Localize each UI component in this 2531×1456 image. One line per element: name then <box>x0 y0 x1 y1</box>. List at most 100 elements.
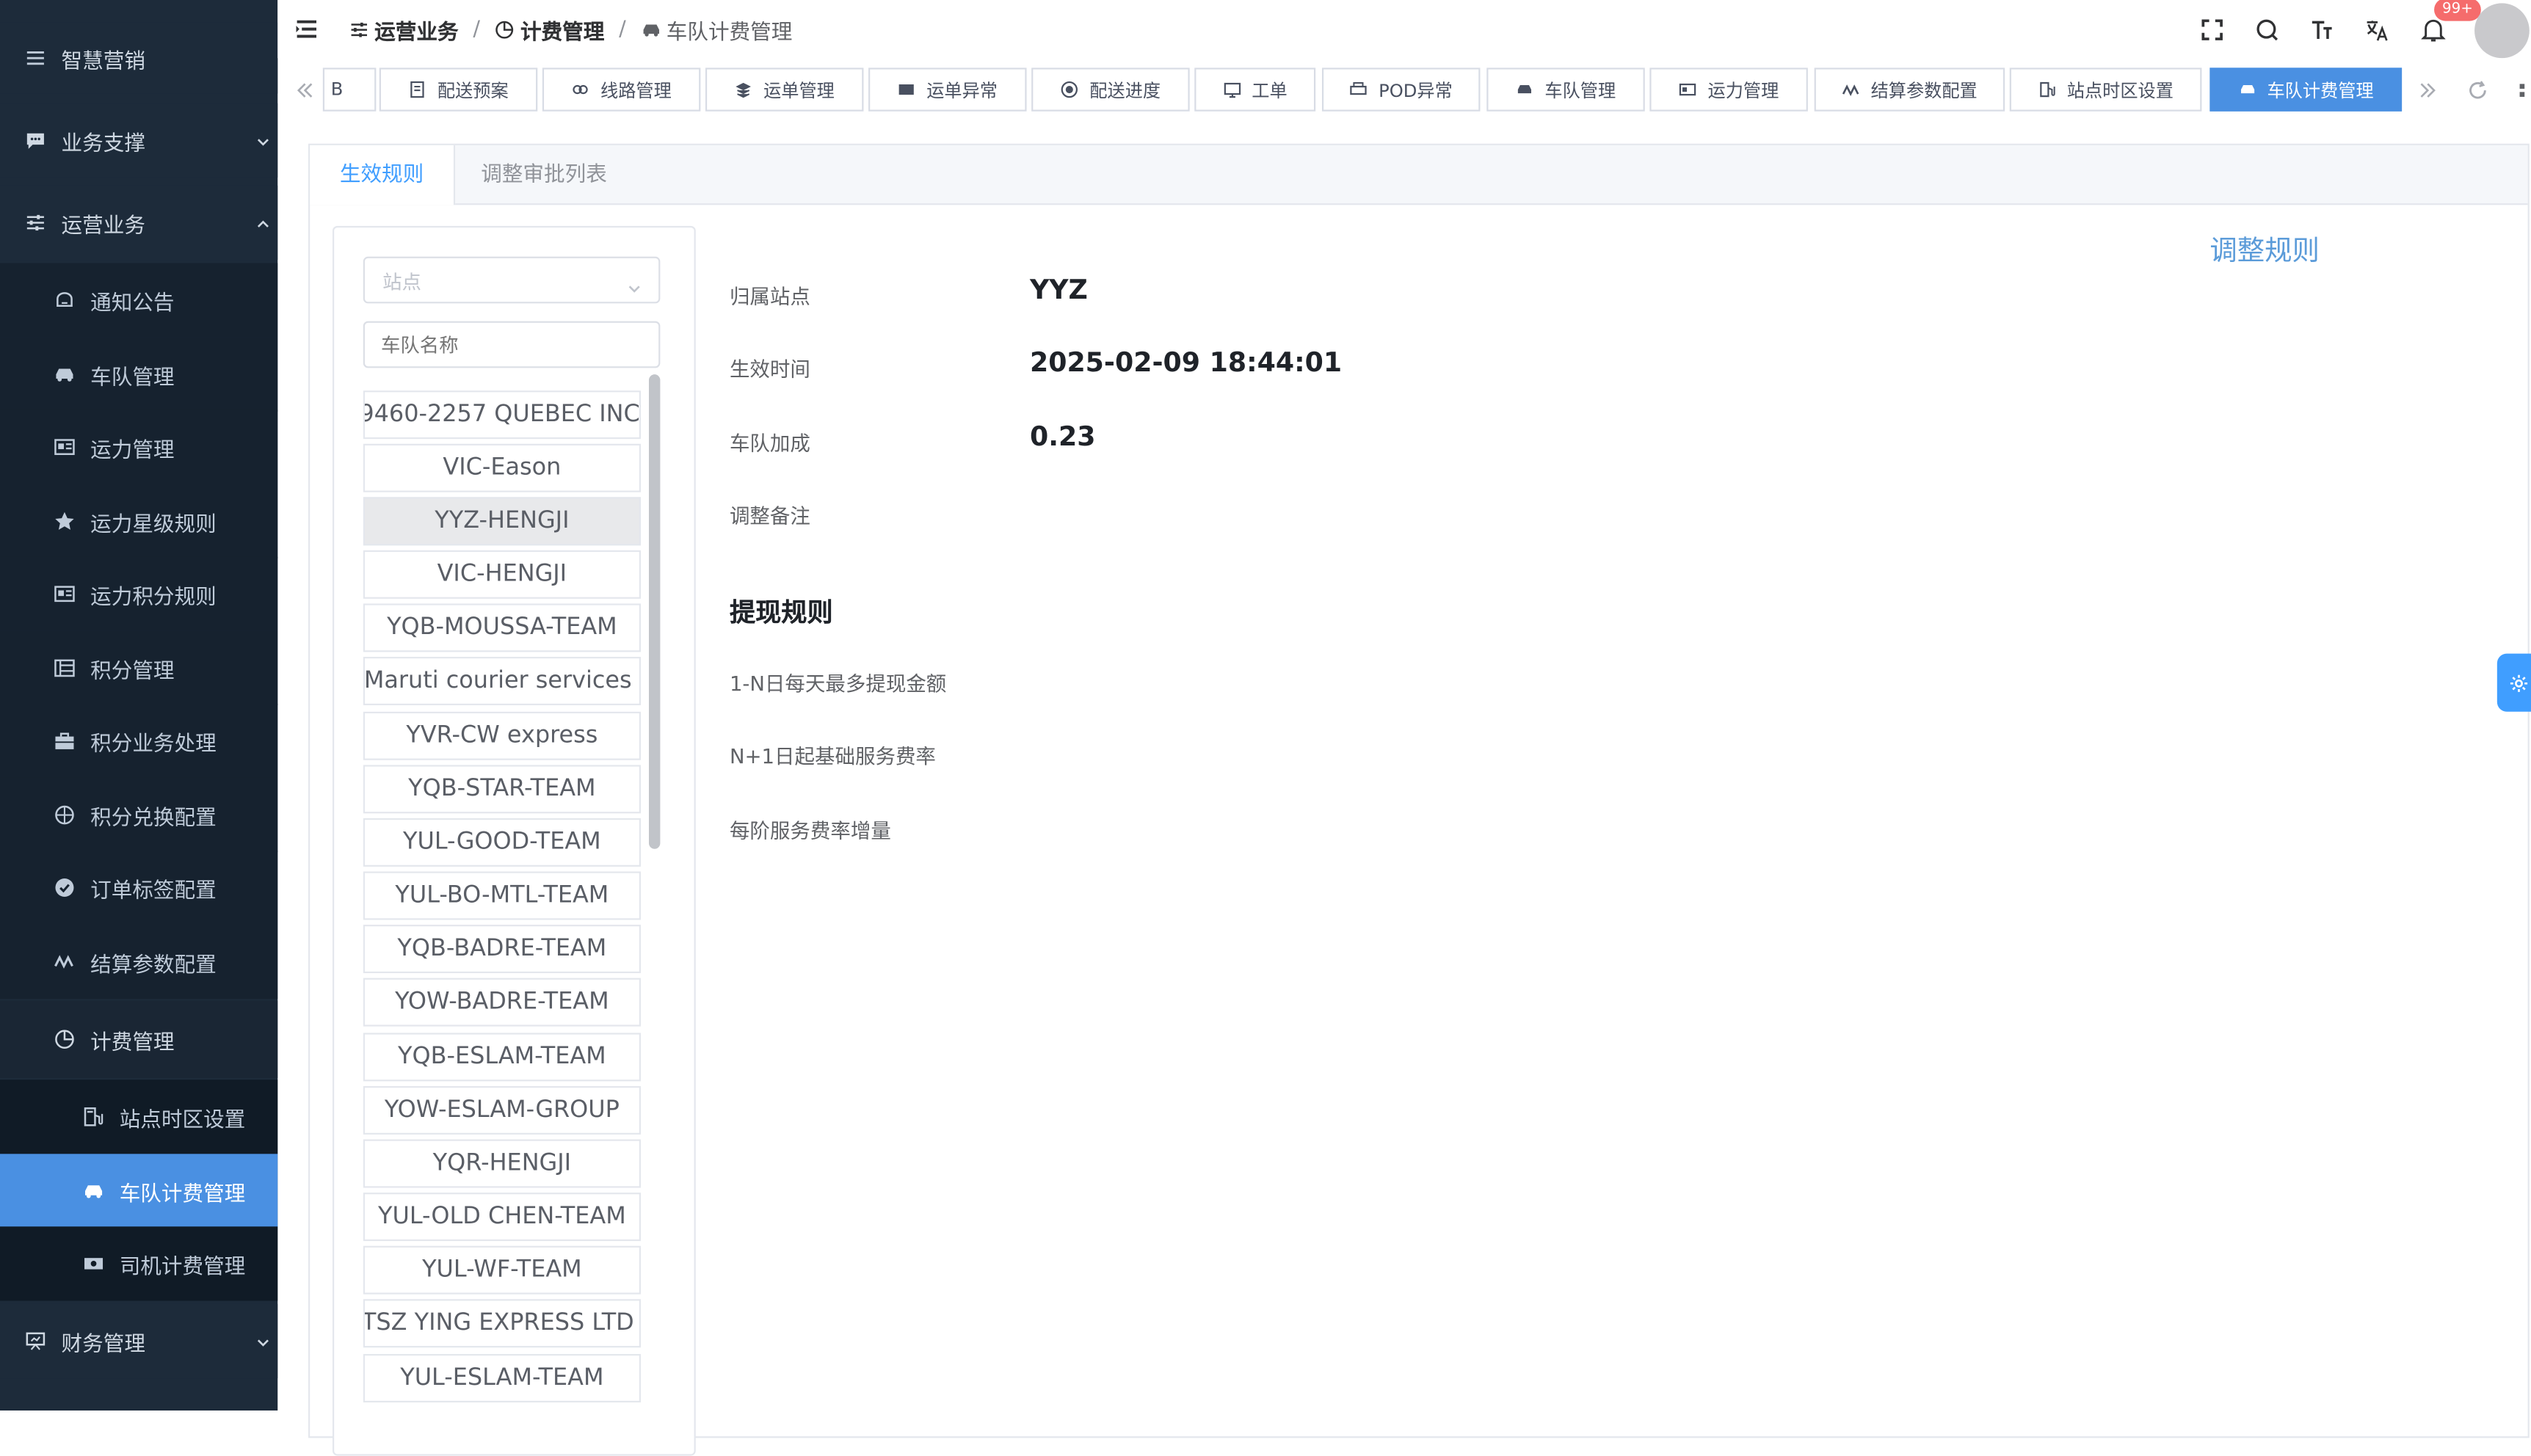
fleet-list-item[interactable]: YVR-CW express <box>363 711 641 760</box>
notification-badge: 99+ <box>2434 0 2481 21</box>
more-icon[interactable] <box>2518 78 2531 101</box>
fleet-list-item[interactable]: YUL-WF-TEAM <box>363 1245 641 1295</box>
sliders-icon <box>351 22 367 37</box>
doc-icon <box>410 81 424 98</box>
fleet-list-item[interactable]: YQB-BADRE-TEAM <box>363 925 641 974</box>
money-icon <box>81 1251 106 1276</box>
tag-settlement-param[interactable]: 结算参数配置 <box>1814 68 2005 112</box>
tag-work-order[interactable]: 工单 <box>1194 68 1316 112</box>
sidebar-item-label: 财务管理 <box>61 1332 145 1357</box>
tag-label: 工单 <box>1252 79 1288 101</box>
sidebar-item-finance-mgmt[interactable]: 财务管理 <box>0 1303 278 1379</box>
sidebar-item-fleet-mgmt[interactable]: 车队管理 <box>0 337 278 412</box>
breadcrumb-separator: / <box>473 18 480 43</box>
fleet-list-scrollbar[interactable] <box>648 374 661 849</box>
tag-waybill-exception[interactable]: 运单异常 <box>868 68 1027 112</box>
sidebar-item-driver-billing[interactable]: 司机计费管理 <box>0 1226 278 1301</box>
sidebar-item-operations[interactable]: 运营业务 <box>0 185 278 261</box>
breadcrumb-item-operations[interactable]: 运营业务 <box>349 15 459 46</box>
tag-delivery-progress[interactable]: 配送进度 <box>1031 68 1190 112</box>
fleet-list-item[interactable]: YOW-BADRE-TEAM <box>363 978 641 1027</box>
tag-capacity-mgmt[interactable]: 运力管理 <box>1649 68 1808 112</box>
avatar[interactable] <box>2474 3 2530 59</box>
sidebar-item-label: 运力管理 <box>90 438 175 463</box>
tag-route-mgmt[interactable]: 线路管理 <box>542 68 701 112</box>
sidebar-item-label: 智慧营销 <box>61 49 145 74</box>
refresh-icon[interactable] <box>2466 78 2489 101</box>
translate-icon[interactable] <box>2361 15 2391 44</box>
id-card-icon <box>51 581 77 607</box>
sidebar-item-billing-mgmt[interactable]: 计费管理 <box>0 1000 278 1078</box>
adjust-rules-link[interactable]: 调整规则 <box>2209 228 2320 268</box>
monitor-icon <box>1223 82 1241 98</box>
tab-effective-rules[interactable]: 生效规则 <box>310 145 456 205</box>
fleet-list-item[interactable]: YUL-GOOD-TEAM <box>363 818 641 867</box>
chevron-down-icon <box>626 273 642 293</box>
sidebar-item-label: 运力星级规则 <box>90 512 217 537</box>
tab-approval-list[interactable]: 调整审批列表 <box>454 145 634 205</box>
tag-waybill-mgmt[interactable]: 运单管理 <box>705 68 864 112</box>
tag-label: 线路管理 <box>600 79 672 101</box>
sidebar-item-notice[interactable]: 通知公告 <box>0 263 278 338</box>
tag-partial[interactable]: B <box>322 68 377 112</box>
double-chevron-right-icon[interactable] <box>2416 78 2439 101</box>
double-chevron-left-icon[interactable] <box>294 78 316 101</box>
sidebar-item-settlement-param[interactable]: 结算参数配置 <box>0 925 278 1000</box>
tag-label: 结算参数配置 <box>1870 79 1978 101</box>
breadcrumb-item-billing[interactable]: 计费管理 <box>495 15 604 46</box>
sidebar-item-station-timezone[interactable]: 站点时区设置 <box>0 1080 278 1154</box>
sidebar-item-partial-top[interactable]: 智慧营销 <box>0 22 278 94</box>
fleet-bonus-value: 0.23 <box>1029 421 1096 452</box>
id-card-icon <box>51 434 77 460</box>
id-card-icon <box>1679 83 1696 96</box>
sidebar-item-capacity-star-rule[interactable]: 运力星级规则 <box>0 484 278 558</box>
fleet-list-item[interactable]: YUL-ESLAM-TEAM <box>363 1354 641 1403</box>
font-size-icon[interactable] <box>2306 15 2336 44</box>
top-header: 运营业务 / 计费管理 / 车队计费管理 <box>277 0 2531 59</box>
fleet-list-item[interactable]: YUL-OLD CHEN-TEAM <box>363 1193 641 1242</box>
tag-pod-exception[interactable]: POD异常 <box>1321 68 1481 112</box>
sidebar-item-capacity-points-rule[interactable]: 运力积分规则 <box>0 556 278 631</box>
wave-icon <box>51 949 77 975</box>
search-icon[interactable] <box>2252 15 2281 44</box>
fleet-list-item[interactable]: YVR-TSZ YING EXPRESS LTD <box>363 1299 641 1348</box>
hamburger-icon[interactable] <box>294 16 319 42</box>
sidebar-item-points-exchange[interactable]: 积分兑换配置 <box>0 777 278 853</box>
chevron-down-icon <box>255 132 271 148</box>
star-icon <box>51 509 77 534</box>
fleet-list-item[interactable]: VIC-HENGJI <box>363 550 641 599</box>
breadcrumb-separator: / <box>619 18 626 43</box>
fleet-list-item[interactable]: YQB-ESLAM-TEAM <box>363 1033 641 1082</box>
fleet-list-item[interactable]: YYZ-HENGJI <box>363 497 641 546</box>
station-select[interactable]: 站点 <box>363 256 661 304</box>
sidebar-item-label: 车队管理 <box>90 365 175 390</box>
fleet-list-item[interactable]: YUL-9460-2257 QUEBEC INC <box>363 390 641 440</box>
sidebar-item-capacity-mgmt[interactable]: 运力管理 <box>0 410 278 484</box>
effective-time-value: 2025-02-09 18:44:01 <box>1029 346 1343 378</box>
tag-fleet-mgmt[interactable]: 车队管理 <box>1486 68 1645 112</box>
sidebar-item-points-mgmt[interactable]: 积分管理 <box>0 630 278 705</box>
fleet-list-item[interactable]: YQB-MOUSSA-TEAM <box>363 603 641 652</box>
tag-label: 配送进度 <box>1089 79 1161 101</box>
car-icon <box>643 24 659 37</box>
fullscreen-icon[interactable] <box>2197 15 2226 44</box>
sidebar-item-fleet-billing[interactable]: 车队计费管理 <box>0 1154 278 1228</box>
withdraw-rules-title: 提现规则 <box>729 597 833 628</box>
sidebar-item-order-tag[interactable]: 订单标签配置 <box>0 850 278 925</box>
tag-station-timezone[interactable]: 站点时区设置 <box>2009 68 2202 112</box>
fleet-name-input[interactable] <box>363 321 661 368</box>
fleet-list-item[interactable]: YUL-BO-MTL-TEAM <box>363 871 641 920</box>
settings-drawer-button[interactable] <box>2496 653 2531 712</box>
sliders-icon <box>23 210 48 236</box>
tag-delivery-plan[interactable]: 配送预案 <box>379 68 538 112</box>
sidebar-item-business-support[interactable]: 业务支撑 <box>0 103 278 178</box>
remark-label: 调整备注 <box>729 503 810 528</box>
fleet-list-item[interactable]: VIC-Eason <box>363 443 641 492</box>
sidebar-item-points-business[interactable]: 积分业务处理 <box>0 703 278 778</box>
fleet-list-item[interactable]: YOW-ESLAM-GROUP <box>363 1085 641 1135</box>
fleet-list-item[interactable]: YVR-Maruti courier services <box>363 657 641 705</box>
tag-fleet-billing[interactable]: 车队计费管理 <box>2209 68 2403 112</box>
fleet-list-item[interactable]: YQR-HENGJI <box>363 1139 641 1188</box>
fleet-list-item[interactable]: YQB-STAR-TEAM <box>363 765 641 814</box>
main-card: 生效规则 调整审批列表 站点 YUL-9460-2257 QUEBEC INC … <box>308 143 2530 1456</box>
